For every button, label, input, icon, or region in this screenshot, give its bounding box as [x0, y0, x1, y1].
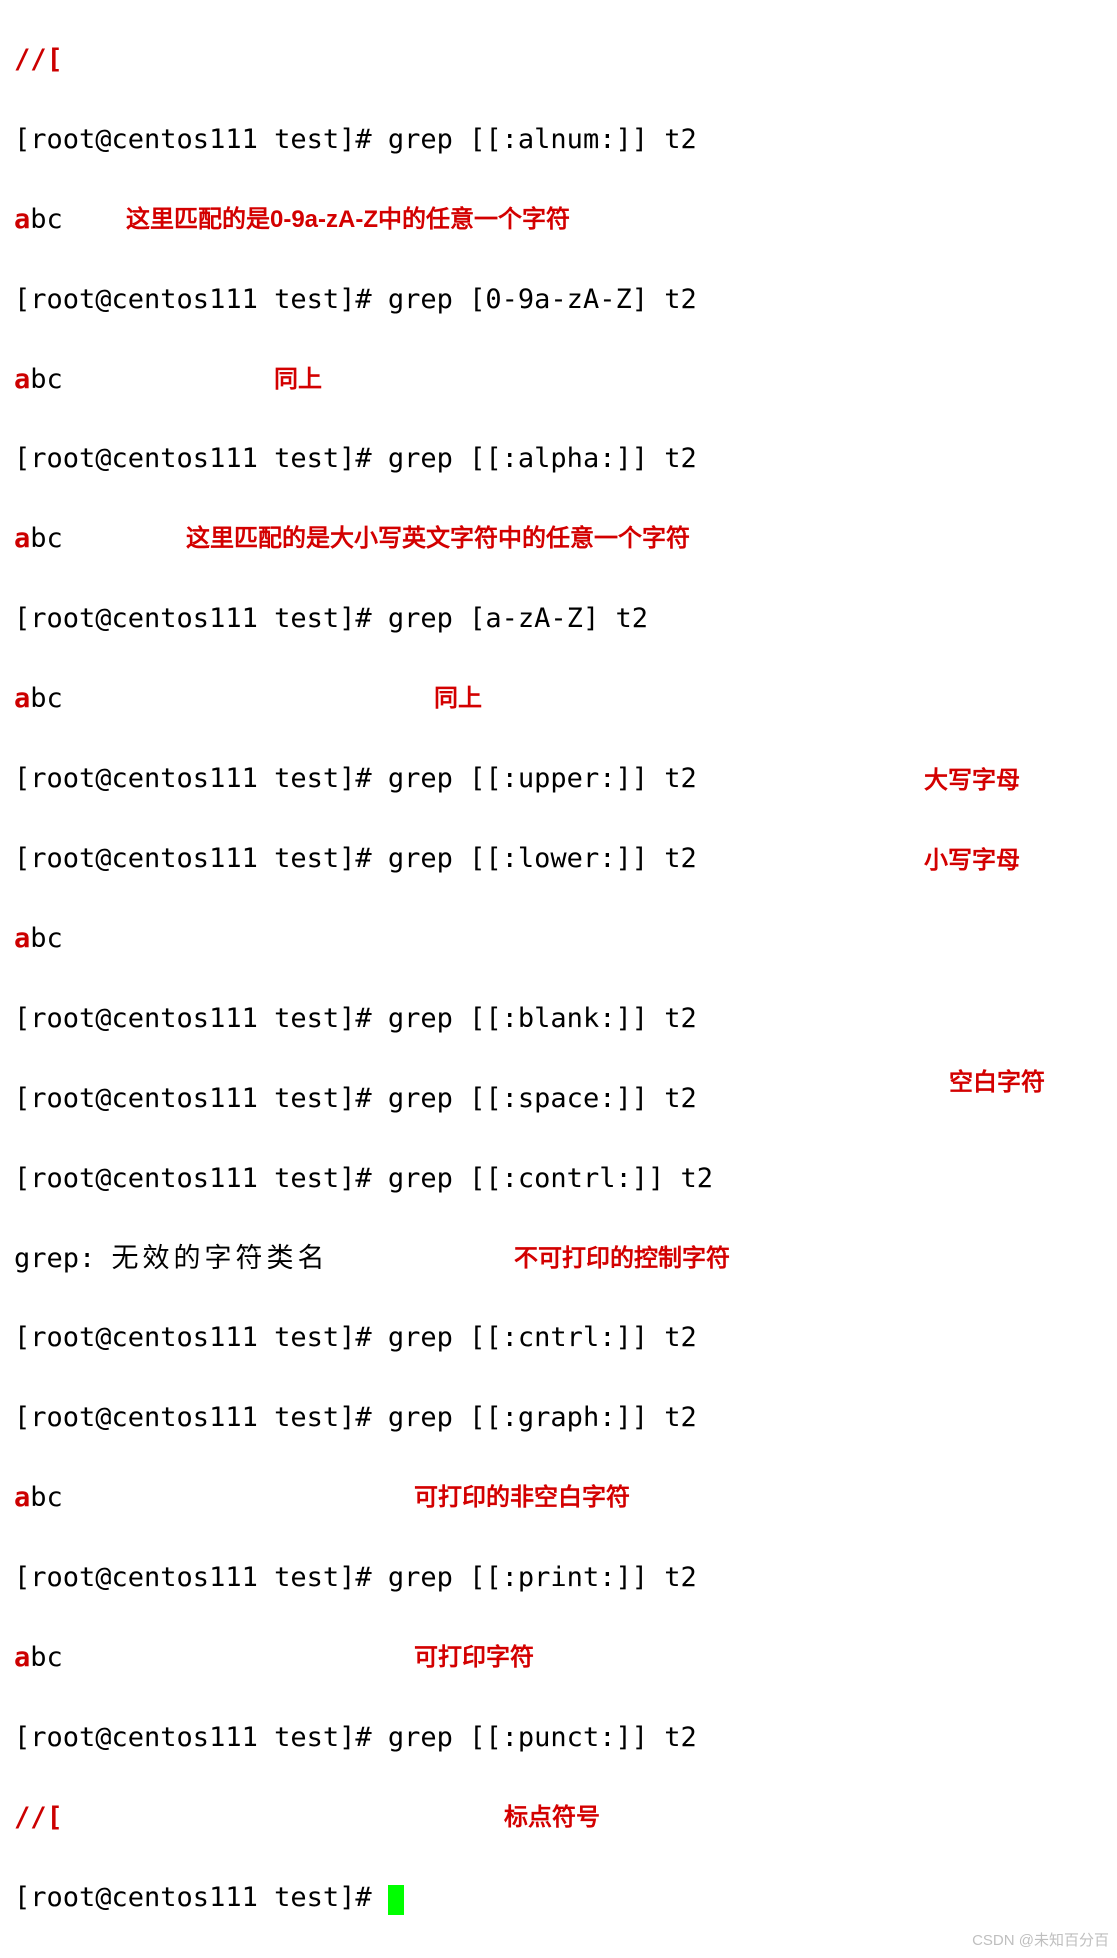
annotation: 小写字母 [924, 843, 1020, 879]
output-line: //[标点符号 [14, 1798, 1111, 1838]
annotation: 大写字母 [924, 763, 1020, 799]
output-text: bc [30, 683, 63, 714]
annotation: 标点符号 [504, 1800, 600, 1836]
output-line: abc 同上 [14, 360, 1111, 400]
terminal-output: //[ [root@centos111 test]# grep [[:alnum… [0, 0, 1117, 1958]
output-text: bc [30, 1642, 63, 1673]
command-line: [root@centos111 test]# grep [[:graph:]] … [14, 1398, 1111, 1438]
annotation: 可打印的非空白字符 [414, 1480, 630, 1516]
output-text: bc [30, 1482, 63, 1513]
annotation: 同上 [434, 681, 482, 717]
command-line: [root@centos111 test]# grep [[:cntrl:]] … [14, 1318, 1111, 1358]
grep-match: a [14, 1482, 30, 1513]
error-line: grep: 无效的字符类名 不可打印的控制字符 [14, 1239, 1111, 1279]
output-text: bc [30, 923, 63, 954]
output-line: abc 这里匹配的是大小写英文字符中的任意一个字符 [14, 519, 1111, 559]
command-line: [root@centos111 test]# grep [[:punct:]] … [14, 1718, 1111, 1758]
grep-match: a [14, 523, 30, 554]
output-line: abc 可打印的非空白字符 [14, 1478, 1111, 1518]
output-text: bc [30, 204, 63, 235]
command-line: [root@centos111 test]# grep [[:lower:]] … [14, 839, 1111, 879]
grep-match: a [14, 923, 30, 954]
annotation: 不可打印的控制字符 [514, 1241, 730, 1277]
output-line: //[ [14, 40, 1111, 80]
command-line: [root@centos111 test]# grep [[:alnum:]] … [14, 120, 1111, 160]
prompt-line[interactable]: [root@centos111 test]# [14, 1878, 1111, 1918]
command-line: [root@centos111 test]# grep [[:space:]] … [14, 1079, 1111, 1119]
terminal-cursor[interactable] [388, 1885, 404, 1915]
grep-match: a [14, 1642, 30, 1673]
command-line: [root@centos111 test]# grep [[:contrl:]]… [14, 1159, 1111, 1199]
command-line: [root@centos111 test]# grep [[:upper:]] … [14, 759, 1111, 799]
output-text: bc [30, 523, 63, 554]
grep-match: a [14, 204, 30, 235]
annotation: 同上 [274, 362, 322, 398]
command-line: [root@centos111 test]# grep [a-zA-Z] t2 [14, 599, 1111, 639]
annotation: 空白字符 [949, 1065, 1045, 1101]
output-text: bc [30, 364, 63, 395]
command-line: [root@centos111 test]# grep [[:print:]] … [14, 1558, 1111, 1598]
output-line: abc [14, 919, 1111, 959]
error-text: 无效的字符类名 [112, 1243, 329, 1273]
output-line: abc 可打印字符 [14, 1638, 1111, 1678]
output-line: abc 这里匹配的是0-9a-zA-Z中的任意一个字符 [14, 200, 1111, 240]
watermark: CSDN @未知百分百 [972, 1930, 1109, 1952]
prompt: [root@centos111 test]# [14, 1882, 388, 1913]
command-line: [root@centos111 test]# grep [[:alpha:]] … [14, 439, 1111, 479]
command-line: [root@centos111 test]# grep [[:blank:]] … [14, 999, 1111, 1039]
error-prefix: grep: [14, 1243, 112, 1274]
command-line: [root@centos111 test]# grep [0-9a-zA-Z] … [14, 280, 1111, 320]
grep-match: a [14, 364, 30, 395]
grep-match: a [14, 683, 30, 714]
annotation: 这里匹配的是大小写英文字符中的任意一个字符 [186, 521, 690, 557]
output-line: abc 同上 [14, 679, 1111, 719]
annotation: 这里匹配的是0-9a-zA-Z中的任意一个字符 [126, 202, 570, 238]
annotation: 可打印字符 [414, 1640, 534, 1676]
